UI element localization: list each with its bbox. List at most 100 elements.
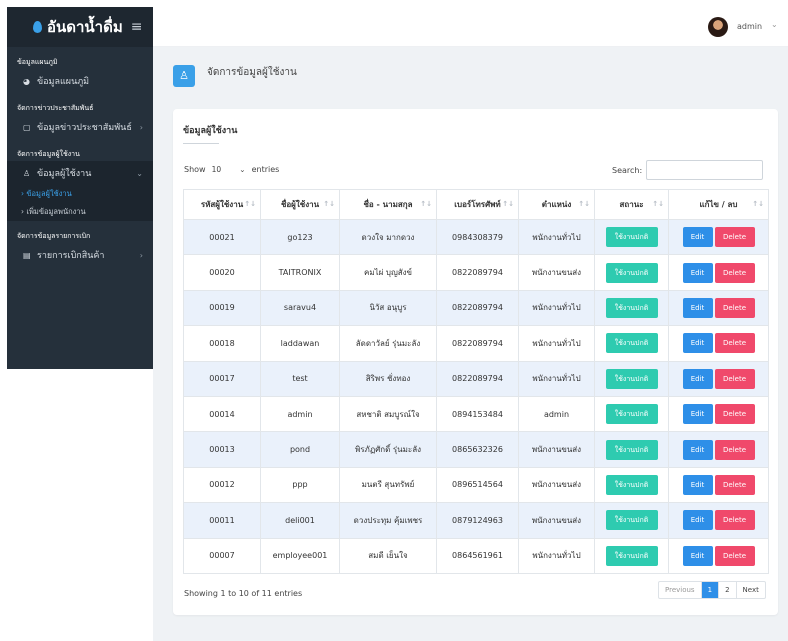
column-header[interactable]: ชื่อผู้ใช้งาน ↑↓ [260,189,340,220]
cell-position: พนักงานทั่วไป [518,218,595,256]
sidebar-subitem-user-info[interactable]: › ข้อมูลผู้ใช้งาน [7,185,153,203]
cell-status: ใช้งานปกติ [594,218,669,256]
edit-button[interactable]: Edit [682,368,713,389]
column-header[interactable]: สถานะ ↑↓ [594,189,669,220]
chevron-down-icon: ⌄ [239,164,246,174]
delete-button[interactable]: Delete [714,368,755,389]
cell-phone: 0879124963 [436,502,519,539]
delete-button[interactable]: Delete [714,262,755,283]
cell-status: ใช้งานปกติ [594,431,669,468]
cell-position: พนักงานขนส่ง [518,466,595,504]
cell-fullname: ลัดดาวัลย์ รุ่นมะลัง [339,325,437,362]
cell-position: พนักงานขนส่ง [518,502,595,539]
card-title: ข้อมูลผู้ใช้งาน [183,126,238,136]
delete-button[interactable]: Delete [714,439,755,460]
edit-button[interactable]: Edit [682,297,713,318]
delete-button[interactable]: Delete [714,404,755,425]
sidebar: อันดาน้ำดื่ม ≡ ข้อมูลแผนภูมิ ◕ ข้อมูลแผน… [7,7,153,369]
status-button[interactable]: ใช้งานปกติ [605,333,658,354]
column-header[interactable]: ตำแหน่ง ↑↓ [518,189,595,220]
pagination: Previous 1 2 Next [658,581,766,599]
cell-username: pond [260,431,340,468]
cell-id: 00011 [183,502,261,539]
edit-button[interactable]: Edit [682,333,713,354]
cell-actions: Edit Delete [668,431,769,468]
page-button-2[interactable]: 2 [719,582,737,598]
table-row: 00012 ppp มนตรี สุนทรัพย์ 0896514564 พนั… [183,466,769,504]
table-info: Showing 1 to 10 of 11 entries [184,589,303,598]
sidebar-item-news[interactable]: ▢ ข้อมูลข่าวประชาสัมพันธ์ › [7,115,153,139]
cell-actions: Edit Delete [668,502,769,539]
edit-button[interactable]: Edit [682,474,713,495]
status-button[interactable]: ใช้งานปกติ [605,545,658,566]
edit-button[interactable]: Edit [682,227,713,248]
cell-fullname: ดวงประทุม คุ้มเพชร [339,502,437,539]
page-button-1[interactable]: 1 [701,582,720,598]
status-button[interactable]: ใช้งานปกติ [605,474,658,495]
sidebar-item-users[interactable]: ♙ ข้อมูลผู้ใช้งาน ⌄ [7,161,153,185]
sidebar-item-chart[interactable]: ◕ ข้อมูลแผนภูมิ [7,69,153,93]
cell-fullname: คมไผ่ บุญสังข์ [339,254,437,291]
delete-button[interactable]: Delete [714,545,755,566]
entries-label: entries [251,164,280,174]
cell-fullname: สมดี เย็นใจ [339,537,437,574]
main-content: ♙ จัดการข้อมูลผู้ใช้งาน ข้อมูลผู้ใช้งาน … [153,47,788,641]
cell-username: deli001 [260,502,340,539]
status-button[interactable]: ใช้งานปกติ [605,227,658,248]
status-button[interactable]: ใช้งานปกติ [605,439,658,460]
delete-button[interactable]: Delete [714,297,755,318]
cell-actions: Edit Delete [668,254,769,291]
sort-icon: ↑↓ [244,200,256,208]
cell-position: admin [518,395,595,433]
cell-position: พนักงานขนส่ง [518,254,595,291]
avatar[interactable] [708,17,728,37]
divider [183,143,219,144]
menu-toggle-icon[interactable]: ≡ [131,19,143,35]
column-header[interactable]: เบอร์โทรศัพท์ ↑↓ [436,189,519,220]
sidebar-subitem-add-employee[interactable]: › เพิ่มข้อมูลพนักงาน [7,203,153,221]
cell-actions: Edit Delete [668,325,769,362]
delete-button[interactable]: Delete [714,333,755,354]
cell-status: ใช้งานปกติ [594,466,669,504]
chevron-down-icon[interactable]: ⌄ [771,20,778,29]
edit-button[interactable]: Edit [682,262,713,283]
cell-fullname: มนตรี สุนทรัพย์ [339,466,437,504]
status-button[interactable]: ใช้งานปกติ [605,510,658,531]
search-input[interactable] [646,160,764,180]
cell-position: พนักงานทั่วไป [518,289,595,327]
cell-status: ใช้งานปกติ [594,360,669,397]
column-header[interactable]: รหัสผู้ใช้งาน ↑↓ [183,189,261,220]
users-card: ข้อมูลผู้ใช้งาน Show 10 ⌄ entries Search… [173,109,778,615]
brand-title: อันดาน้ำดื่ม [47,18,123,36]
cell-username: TAITRONIX [260,254,340,291]
cell-id: 00017 [183,360,261,397]
status-button[interactable]: ใช้งานปกติ [605,262,658,283]
cell-id: 00020 [183,254,261,291]
status-button[interactable]: ใช้งานปกติ [605,368,658,389]
previous-page-button[interactable]: Previous [659,582,702,598]
sidebar-item-withdraw[interactable]: ▤ รายการเบิกสินค้า › [7,243,153,267]
water-drop-icon [33,21,42,33]
status-button[interactable]: ใช้งานปกติ [605,404,658,425]
cell-actions: Edit Delete [668,360,769,397]
delete-button[interactable]: Delete [714,227,755,248]
section-label-news: จัดการข่าวประชาสัมพันธ์ [17,104,94,112]
cell-fullname: ดวงใจ มากดวง [339,218,437,256]
page-length-select[interactable]: 10 ⌄ [210,162,248,176]
cell-username: saravu4 [260,289,340,327]
column-header[interactable]: ชื่อ - นามสกุล ↑↓ [339,189,437,220]
cell-username: employee001 [260,537,340,574]
delete-button[interactable]: Delete [714,510,755,531]
sort-icon: ↑↓ [752,200,764,208]
edit-button[interactable]: Edit [682,439,713,460]
next-page-button[interactable]: Next [737,582,765,598]
user-name[interactable]: admin [737,22,762,31]
edit-button[interactable]: Edit [682,510,713,531]
edit-button[interactable]: Edit [682,404,713,425]
column-header[interactable]: แก้ไข / ลบ ↑↓ [668,189,769,220]
user-icon: ♙ [173,65,195,87]
table-row: 00013 pond พิรภัฏศักดิ์ รุ่นมะลัง 086563… [183,431,769,468]
delete-button[interactable]: Delete [714,474,755,495]
edit-button[interactable]: Edit [682,545,713,566]
status-button[interactable]: ใช้งานปกติ [605,297,658,318]
